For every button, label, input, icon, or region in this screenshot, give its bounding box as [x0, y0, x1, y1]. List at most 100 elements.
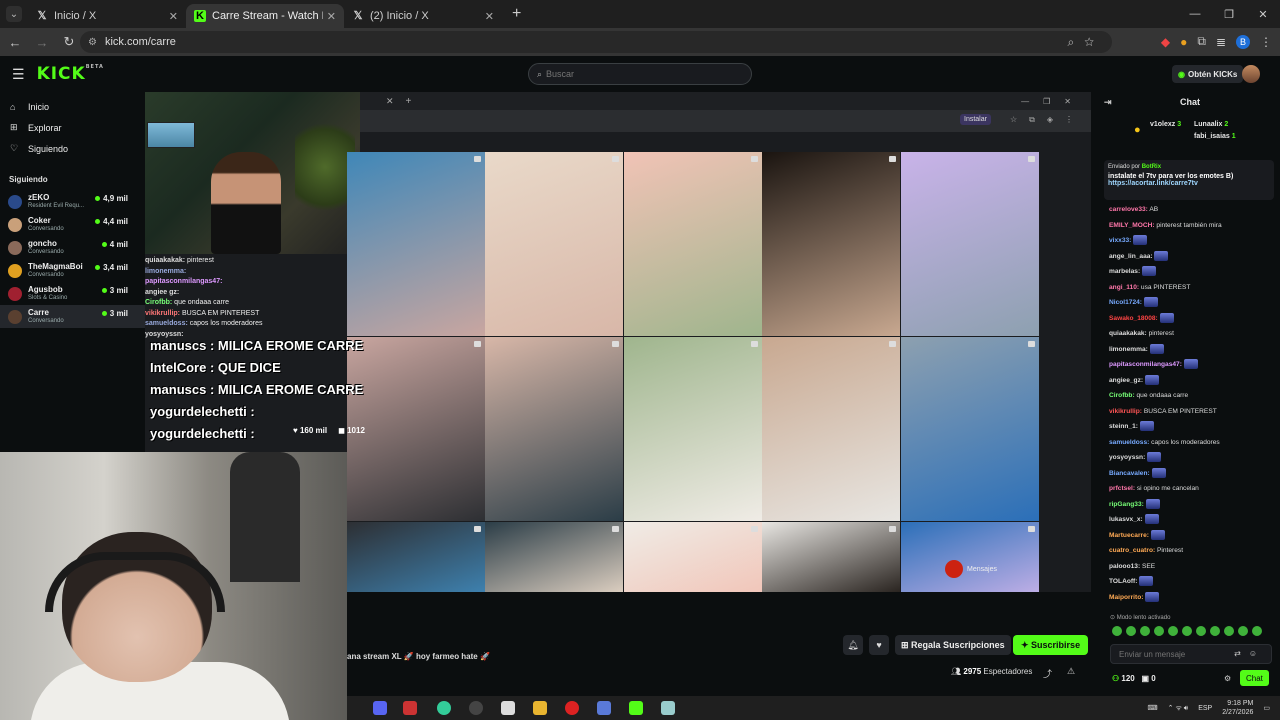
share-icon[interactable]: ⤴ [1043, 667, 1052, 680]
emote-icon[interactable] [1140, 626, 1150, 636]
chat-username[interactable]: yosyoyssn: [1109, 454, 1145, 461]
chat-username[interactable]: samueldoss: [1109, 439, 1149, 446]
chat-message[interactable]: ange_lin_aaa: [1109, 249, 1280, 265]
nav-inicio[interactable]: ⌂ Inicio [0, 96, 145, 117]
chat-username[interactable]: Nicol1724: [1109, 299, 1142, 306]
close-tab-icon[interactable]: ✕ [327, 10, 336, 23]
discord-icon[interactable] [373, 701, 387, 715]
send-chat-button[interactable]: Chat [1240, 670, 1269, 686]
notifications-icon[interactable]: 🔔︎ [843, 635, 863, 655]
chat-message[interactable]: prfctsel: si opino me cancelan [1109, 481, 1280, 497]
chat-username[interactable]: ange_lin_aaa: [1109, 253, 1153, 260]
gift-subs-button[interactable]: ⊞ Regala Suscripciones [895, 635, 1011, 655]
chat-message[interactable]: vikikrullip: BUSCA EM PINTEREST [1109, 404, 1280, 420]
chat-username[interactable]: lukasvx_x: [1109, 516, 1143, 523]
user-avatar[interactable] [1242, 65, 1260, 83]
new-tab-button[interactable]: + [512, 5, 521, 23]
profile-avatar[interactable]: B [1236, 34, 1250, 49]
minimize-icon[interactable]: — [1178, 0, 1212, 28]
chat-username[interactable]: TOLAoff: [1109, 578, 1137, 585]
menu-dots-icon[interactable]: ⋮ [1260, 35, 1272, 49]
chat-message[interactable]: Biancavalen: [1109, 466, 1280, 482]
chat-message[interactable]: carrelove33: AB [1109, 202, 1280, 218]
chat-message[interactable]: ripGang33: [1109, 497, 1280, 513]
chat-username[interactable]: steinn_1: [1109, 423, 1138, 430]
extension-icon[interactable]: ◆ [1161, 35, 1170, 49]
browser-tab-1[interactable]: 𝕏 Inicio / X ✕ [28, 4, 186, 28]
chat-message[interactable]: EMILY_MOCH: pinterest también mira [1109, 218, 1280, 234]
emote-icon[interactable] [1168, 626, 1178, 636]
browser-tab-3[interactable]: 𝕏 (2) Inicio / X ✕ [344, 4, 502, 28]
chat-message[interactable]: Maiporrito: [1109, 590, 1280, 606]
emote-icon[interactable] [1112, 626, 1122, 636]
chat-message[interactable]: TOLAoff: [1109, 574, 1280, 590]
emote-icon[interactable] [1182, 626, 1192, 636]
chat-input[interactable] [1119, 649, 1229, 659]
chat-username[interactable]: angi_110: [1109, 284, 1139, 291]
search-box[interactable]: ⌕ [528, 63, 752, 85]
tab-search-dropdown-icon[interactable]: ⌄ [6, 6, 22, 22]
chat-username[interactable]: angiee_gz: [1109, 377, 1143, 384]
chat-message[interactable]: yosyoyssn: [1109, 450, 1280, 466]
emote-icon[interactable] [1252, 626, 1262, 636]
following-channel[interactable]: TheMagmaBoi Conversando 3,4 mil [0, 259, 145, 282]
pinned-link[interactable]: https://acortar.link/carre7tv [1108, 180, 1270, 187]
emote-picker-icon[interactable]: ⇄☺ [1234, 649, 1265, 658]
chat-message[interactable]: cuatro_cuatro: Pinterest [1109, 543, 1280, 559]
app-icon[interactable] [501, 701, 515, 715]
nav-explorar[interactable]: ⊞ Explorar [0, 117, 145, 138]
chat-username[interactable]: Sawako_18008: [1109, 315, 1158, 322]
nav-siguiendo[interactable]: ♡ Siguiendo [0, 138, 145, 159]
close-window-icon[interactable]: ✕ [1246, 0, 1280, 28]
chat-username[interactable]: vixx33: [1109, 237, 1131, 244]
opera-icon[interactable] [565, 701, 579, 715]
chat-username[interactable]: quiaakakak: [1109, 330, 1147, 337]
chat-username[interactable]: Maiporrito: [1109, 594, 1143, 601]
follow-heart-icon[interactable]: ♥ [869, 635, 889, 655]
chat-message[interactable]: Nicol1724: [1109, 295, 1280, 311]
obs-icon[interactable] [469, 701, 483, 715]
following-channel[interactable]: zEKO Resident Evil Requ... 4,9 mil [0, 190, 145, 213]
chrome-icon[interactable] [437, 701, 451, 715]
emote-icon[interactable] [1210, 626, 1220, 636]
extension-icon[interactable]: ● [1180, 35, 1187, 49]
chat-username[interactable]: cuatro_cuatro: [1109, 547, 1155, 554]
emote-icon[interactable] [1224, 626, 1234, 636]
app-icon[interactable] [597, 701, 611, 715]
browser-tab-2[interactable]: K Carre Stream - Watch Live on K ✕ [186, 4, 344, 28]
following-channel[interactable]: Agusbob Slots & Casino 3 mil [0, 282, 145, 305]
subscribe-button[interactable]: ✦ Suscribirse [1013, 635, 1089, 655]
chat-settings-icon[interactable]: ⚙ [1224, 674, 1231, 683]
chat-message[interactable]: marbelas: [1109, 264, 1280, 280]
points-display[interactable]: ⚇ 120 ▣ 0 [1112, 674, 1156, 683]
chat-username[interactable]: prfctsel: [1109, 485, 1135, 492]
chat-username[interactable]: Biancavalen: [1109, 470, 1150, 477]
kick-logo[interactable]: KICKBETA [37, 64, 104, 84]
chat-message[interactable]: quiaakakak: pinterest [1109, 326, 1280, 342]
get-kicks-button[interactable]: ◉ Obtén KICKs [1172, 65, 1244, 83]
chat-message[interactable]: angi_110: usa PINTEREST [1109, 280, 1280, 296]
chat-message[interactable]: Martuecarre: [1109, 528, 1280, 544]
chat-username[interactable]: marbelas: [1109, 268, 1140, 275]
chat-username[interactable]: Cirofbb: [1109, 392, 1135, 399]
chat-username[interactable]: Martuecarre: [1109, 532, 1149, 539]
tray-icons[interactable]: ⌃ ᯤ 🔊︎ [1168, 704, 1189, 713]
app-icon[interactable] [661, 701, 675, 715]
chat-username[interactable]: palooo13: [1109, 563, 1140, 570]
chat-message[interactable]: samueldoss: capos los moderadores [1109, 435, 1280, 451]
hamburger-menu-icon[interactable]: ☰ [12, 66, 25, 83]
chat-username[interactable]: EMILY_MOCH: [1109, 222, 1155, 229]
forward-icon[interactable]: → [30, 35, 54, 50]
maximize-icon[interactable]: ❐ [1212, 0, 1246, 28]
zoom-bookmark-icons[interactable]: ⌕☆ [1067, 35, 1104, 50]
following-channel[interactable]: Coker Conversando 4,4 mil [0, 213, 145, 236]
chat-username[interactable]: ripGang33: [1109, 501, 1144, 508]
emote-icon[interactable] [1196, 626, 1206, 636]
folder-icon[interactable] [533, 701, 547, 715]
chat-message[interactable]: Sawako_18008: [1109, 311, 1280, 327]
chat-message[interactable]: palooo13: SEE [1109, 559, 1280, 575]
chat-message[interactable]: papitasconmilangas47: [1109, 357, 1280, 373]
chat-username[interactable]: vikikrullip: [1109, 408, 1142, 415]
report-icon[interactable]: ⚠ [1067, 666, 1075, 677]
tab-list-icon[interactable]: ≣ [1216, 35, 1226, 49]
